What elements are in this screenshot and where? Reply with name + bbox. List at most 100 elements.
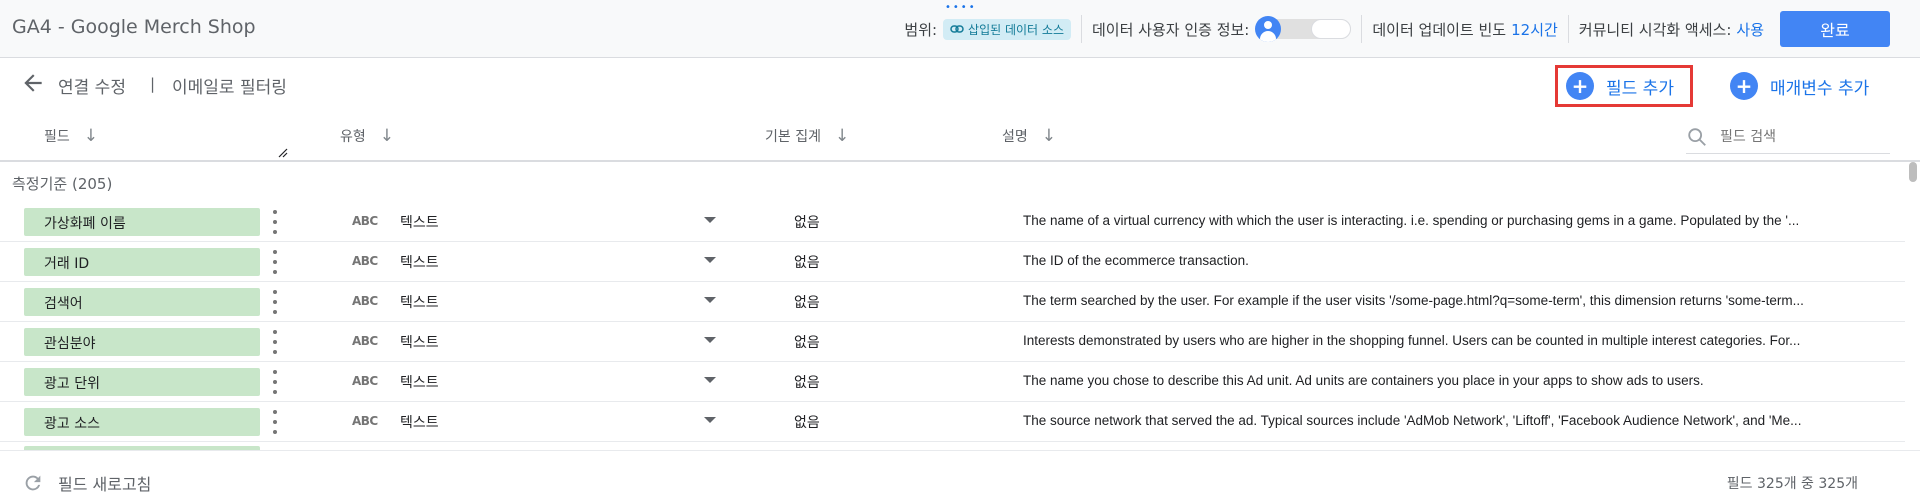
done-button[interactable]: 완료 <box>1780 11 1890 47</box>
refresh-fields-label: 필드 새로고침 <box>58 475 152 494</box>
top-bar-settings: 범위: 삽입된 데이터 소스 데이터 사용자 인증 정보: 데이터 업데이트 빈… <box>904 0 1890 58</box>
more-vert-icon[interactable] <box>270 370 280 394</box>
field-type-select[interactable]: 텍스트 <box>400 212 439 232</box>
column-header-description[interactable]: 설명 ↓ <box>1002 126 1056 146</box>
aggregation-value: 없음 <box>794 255 820 271</box>
aggregation-value: 없음 <box>794 375 820 391</box>
field-name-chip[interactable]: 광고 소스 <box>24 408 260 436</box>
text-type-icon: ABC <box>352 334 378 348</box>
field-name-chip[interactable]: 거래 ID <box>24 248 260 276</box>
table-row: 관심분야 ABC 텍스트 없음 Interests demonstrated b… <box>0 322 1905 362</box>
field-name-chip[interactable]: 검색어 <box>24 288 260 316</box>
refresh-icon <box>25 475 41 491</box>
more-vert-icon[interactable] <box>270 210 280 234</box>
back-arrow-icon[interactable] <box>20 70 46 96</box>
text-type-icon: ABC <box>352 294 378 308</box>
text-type-icon: ABC <box>352 374 378 388</box>
footer-bar: 필드 새로고침 필드 325개 중 325개 <box>0 450 1920 502</box>
aggregation-value: 없음 <box>794 415 820 431</box>
more-vert-icon[interactable] <box>270 410 280 434</box>
table-row: 광고 단위 ABC 텍스트 없음 The name you chose to d… <box>0 362 1905 402</box>
top-bar: GA4 - Google Merch Shop •••• 범위: 삽입된 데이터… <box>0 0 1920 58</box>
filter-by-email-link[interactable]: 이메일로 필터링 <box>172 73 287 98</box>
community-viz-link[interactable]: 사용 <box>1736 19 1764 40</box>
add-field-button[interactable]: + 필드 추가 <box>1555 65 1693 107</box>
field-table: 가상화폐 이름 ABC 텍스트 없음 The name of a virtual… <box>0 202 1905 452</box>
scrollbar[interactable] <box>1908 158 1918 448</box>
divider <box>1567 15 1569 43</box>
sort-arrow-icon[interactable]: ↓ <box>380 126 394 146</box>
aggregation-value: 없음 <box>794 295 820 311</box>
search-icon <box>1688 127 1706 146</box>
more-vert-icon[interactable] <box>270 250 280 274</box>
dropdown-caret-icon[interactable] <box>704 377 716 383</box>
credentials-toggle[interactable] <box>1255 16 1352 42</box>
field-type-select[interactable]: 텍스트 <box>400 372 439 392</box>
column-header-label: 기본 집계 <box>765 129 821 145</box>
table-row: 가상화폐 이름 ABC 텍스트 없음 The name of a virtual… <box>0 202 1905 242</box>
divider <box>1081 15 1082 43</box>
more-vert-icon[interactable] <box>270 290 280 314</box>
plus-circle-icon: + <box>1566 72 1594 100</box>
table-row: 거래 ID ABC 텍스트 없음 The ID of the ecommerce… <box>0 242 1905 282</box>
text-type-icon: ABC <box>352 414 378 428</box>
field-description[interactable]: The source network that served the ad. T… <box>1023 413 1883 428</box>
column-header-type[interactable]: 유형 ↓ <box>340 126 394 146</box>
plus-circle-icon: + <box>1730 72 1758 100</box>
credentials-label: 데이터 사용자 인증 정보: <box>1092 20 1250 39</box>
sort-arrow-icon[interactable]: ↓ <box>84 126 98 146</box>
field-description[interactable]: The name of a virtual currency with whic… <box>1023 213 1883 228</box>
add-parameter-label: 매개변수 추가 <box>1770 78 1870 99</box>
column-header-row: 필드 ↓ 유형 ↓ 기본 집계 ↓ 설명 ↓ <box>0 112 1920 162</box>
dropdown-caret-icon[interactable] <box>704 257 716 263</box>
edit-connection-link[interactable]: 연결 수정 <box>58 73 126 98</box>
column-header-label: 설명 <box>1002 129 1028 145</box>
field-description[interactable]: Interests demonstrated by users who are … <box>1023 333 1883 348</box>
dropdown-caret-icon[interactable] <box>704 217 716 223</box>
field-name-chip[interactable]: 관심분야 <box>24 328 260 356</box>
text-type-icon: ABC <box>352 214 378 228</box>
field-description[interactable]: The name you chose to describe this Ad u… <box>1023 373 1883 388</box>
add-parameter-button[interactable]: + 매개변수 추가 <box>1730 72 1869 100</box>
column-resize-icon[interactable] <box>278 148 288 158</box>
field-search <box>1686 120 1890 154</box>
sort-arrow-icon[interactable]: ↓ <box>835 126 849 146</box>
field-name-chip[interactable]: 광고 단위 <box>24 368 260 396</box>
field-search-input[interactable] <box>1720 128 1870 145</box>
scope-chip: 삽입된 데이터 소스 <box>943 18 1071 40</box>
scope-label: 범위: <box>904 20 938 39</box>
field-name-chip[interactable]: 가상화폐 이름 <box>24 208 260 236</box>
text-type-icon: ABC <box>352 254 378 268</box>
table-row: 광고 소스 ABC 텍스트 없음 The source network that… <box>0 402 1905 442</box>
field-type-select[interactable]: 텍스트 <box>400 252 439 272</box>
divider <box>1361 15 1363 43</box>
freshness-label: 데이터 업데이트 빈도 <box>1372 20 1507 39</box>
dropdown-caret-icon[interactable] <box>704 297 716 303</box>
refresh-fields-button[interactable]: 필드 새로고침 <box>22 471 151 495</box>
dropdown-caret-icon[interactable] <box>704 337 716 343</box>
scope-chip-label: 삽입된 데이터 소스 <box>968 22 1064 37</box>
aggregation-value: 없음 <box>794 335 820 351</box>
toggle-thumb <box>1311 19 1352 39</box>
column-header-field[interactable]: 필드 ↓ <box>44 126 98 146</box>
column-header-label: 유형 <box>340 129 366 145</box>
field-type-select[interactable]: 텍스트 <box>400 292 439 312</box>
community-viz-label: 커뮤니티 시각화 액세스: <box>1578 20 1732 39</box>
column-header-aggregation[interactable]: 기본 집계 ↓ <box>765 126 849 146</box>
field-description[interactable]: The ID of the ecommerce transaction. <box>1023 253 1883 268</box>
field-description[interactable]: The term searched by the user. For examp… <box>1023 293 1883 308</box>
dimensions-group-label: 측정기준 (205) <box>12 175 113 193</box>
more-vert-icon[interactable] <box>270 330 280 354</box>
field-count: 필드 325개 중 325개 <box>1726 476 1858 492</box>
freshness-link[interactable]: 12시간 <box>1511 19 1558 40</box>
breadcrumb-separator: | <box>150 75 156 93</box>
dropdown-caret-icon[interactable] <box>704 417 716 423</box>
sort-arrow-icon[interactable]: ↓ <box>1042 126 1056 146</box>
table-row: 검색어 ABC 텍스트 없음 The term searched by the … <box>0 282 1905 322</box>
scrollbar-thumb[interactable] <box>1909 162 1917 182</box>
field-type-select[interactable]: 텍스트 <box>400 332 439 352</box>
add-field-label: 필드 추가 <box>1606 78 1674 99</box>
sub-toolbar: 연결 수정 | 이메일로 필터링 + 필드 추가 + 매개변수 추가 <box>0 59 1920 111</box>
field-type-select[interactable]: 텍스트 <box>400 412 439 432</box>
data-source-title[interactable]: GA4 - Google Merch Shop <box>12 16 256 38</box>
